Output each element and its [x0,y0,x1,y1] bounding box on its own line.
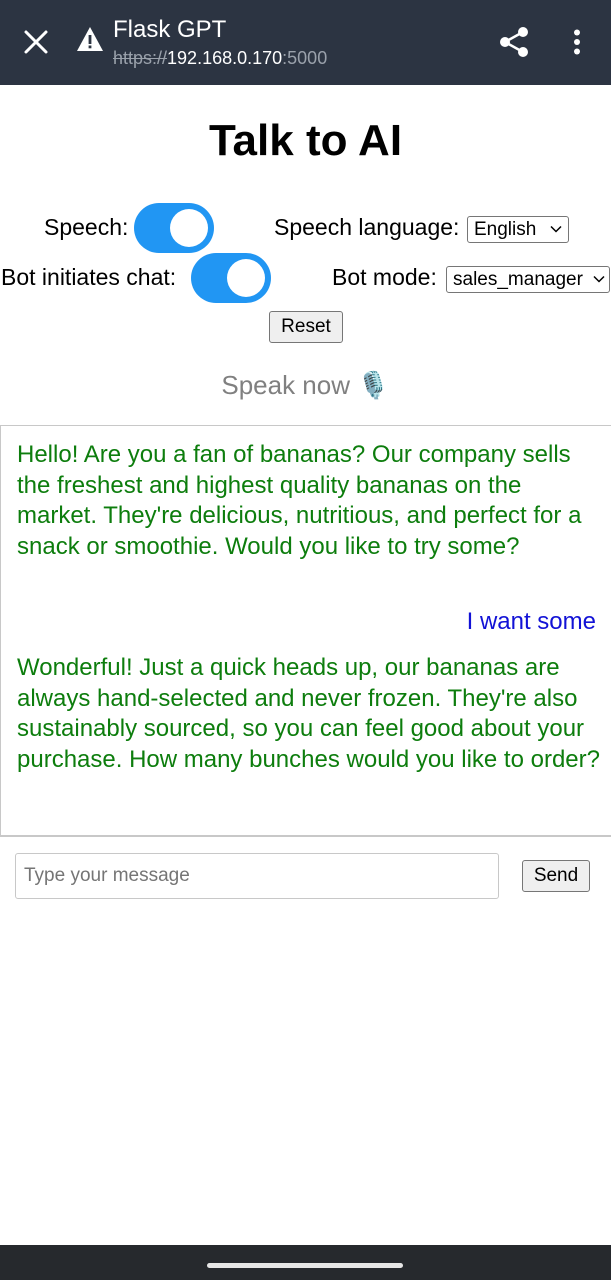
speech-language-label: Speech language: [274,214,460,240]
speech-toggle[interactable] [134,203,214,253]
url-host: 192.168.0.170 [167,48,283,68]
more-vert-icon[interactable] [557,22,597,62]
page-title: Talk to AI [208,116,403,165]
user-message: I want some [466,608,596,635]
bot-mode-label: Bot mode: [332,264,437,290]
url-port: :5000 [282,48,328,68]
speech-label: Speech: [44,214,129,240]
speak-now-status: Speak now 🎙️ [0,370,611,401]
home-gesture-handle[interactable] [207,1263,403,1268]
tab-title: Flask GPT [113,16,227,43]
message-input[interactable]: Type your message [15,853,499,899]
bot-mode-select[interactable]: sales_manager [446,266,610,293]
url-scheme: https:// [113,48,168,68]
chevron-down-icon [593,275,605,283]
toggle-knob [227,259,265,297]
send-button[interactable]: Send [522,860,590,892]
address-bar[interactable]: https://192.168.0.170:5000 [113,48,327,69]
browser-toolbar: Flask GPT https://192.168.0.170:5000 [0,0,611,85]
speech-language-select[interactable]: English [467,216,569,243]
bot-initiates-label: Bot initiates chat: [1,264,177,290]
system-nav-bar [0,1245,611,1280]
speak-now-label: Speak now [221,370,351,400]
chevron-down-icon [550,225,562,233]
share-icon[interactable] [494,22,534,62]
bot-message: Wonderful! Just a quick heads up, our ba… [17,654,600,773]
reset-button[interactable]: Reset [269,311,343,343]
chat-log[interactable]: Hello! Are you a fan of bananas? Our com… [0,425,611,837]
bot-message: Hello! Are you a fan of bananas? Our com… [17,441,582,560]
warning-icon[interactable] [76,26,108,54]
bot-mode-value: sales_manager [453,269,583,290]
microphone-icon[interactable]: 🎙️ [357,370,389,400]
bot-initiates-toggle[interactable] [191,253,271,303]
speech-language-value: English [474,219,537,240]
close-icon[interactable] [16,22,56,62]
toggle-knob [170,209,208,247]
